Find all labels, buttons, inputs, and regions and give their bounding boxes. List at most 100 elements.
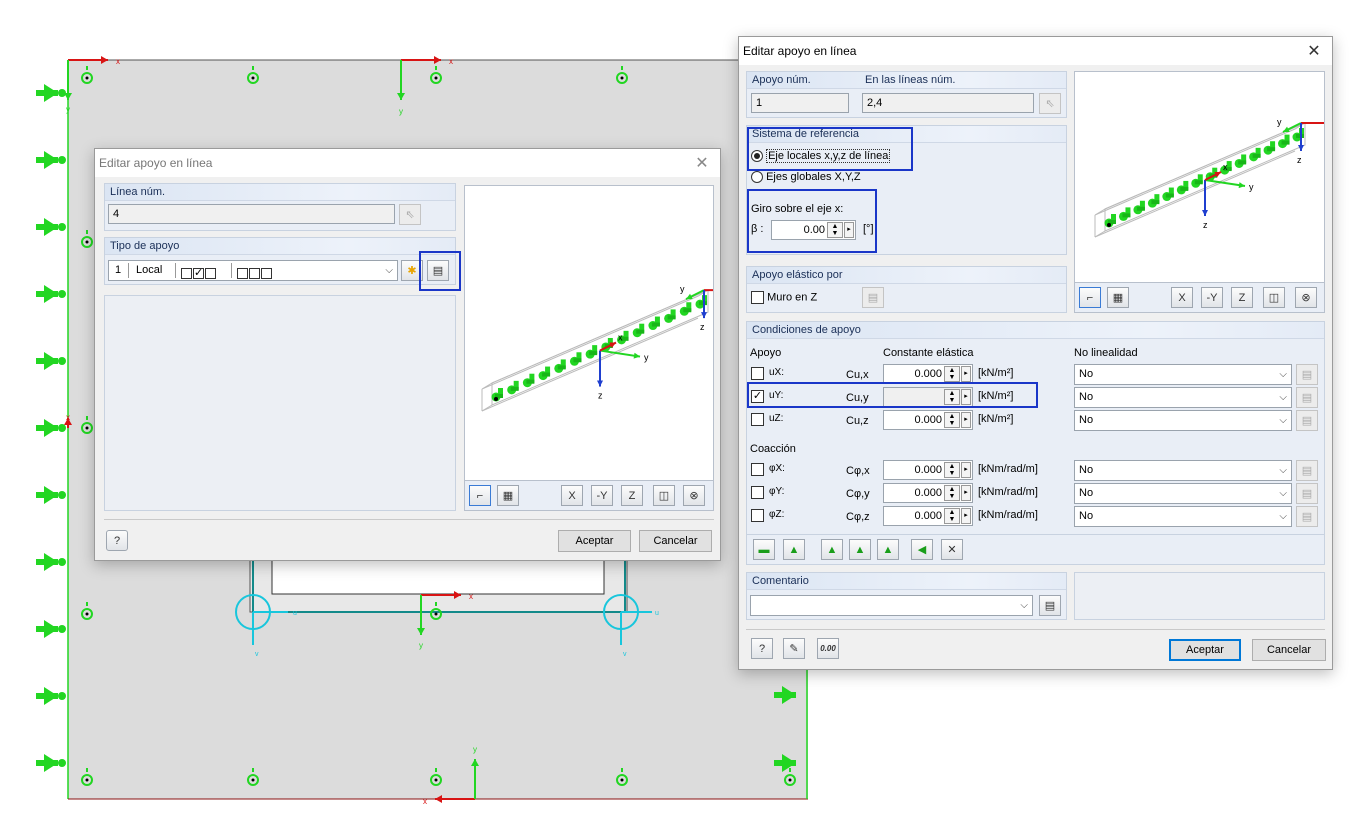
col-support: Apoyo bbox=[750, 347, 782, 359]
phiz-edit-icon[interactable]: ▤ bbox=[1296, 506, 1318, 527]
phiy-checkbox[interactable] bbox=[751, 486, 764, 499]
spin-updown-icon[interactable]: ▲ ▼ bbox=[944, 485, 960, 501]
axes-icon[interactable]: ⌐ bbox=[469, 485, 491, 506]
uy-nonlinearity[interactable]: No ⌵ bbox=[1074, 387, 1292, 408]
view-x-icon[interactable]: X bbox=[561, 485, 583, 506]
phix-unit: [kNm/rad/m] bbox=[978, 463, 1038, 475]
spin-arrow-icon[interactable]: ▸ bbox=[961, 485, 971, 501]
render-icon[interactable]: ▦ bbox=[497, 485, 519, 506]
axis-label: x bbox=[469, 592, 473, 601]
ux-edit-icon[interactable]: ▤ bbox=[1296, 364, 1318, 385]
chevron-down-icon[interactable]: ⌵ bbox=[385, 261, 393, 280]
ux-nonlinearity[interactable]: No ⌵ bbox=[1074, 364, 1292, 385]
view-y-icon[interactable]: -Y bbox=[591, 485, 613, 506]
reset-view-icon[interactable]: ⊗ bbox=[683, 485, 705, 506]
comment-library-icon[interactable]: ▤ bbox=[1039, 595, 1061, 616]
axis-label: y bbox=[66, 105, 70, 114]
line-no-field[interactable]: 4 bbox=[108, 204, 395, 224]
phix-spinner[interactable]: 0.000 ▲ ▼ ▸ bbox=[883, 460, 973, 480]
ok-button[interactable]: Aceptar bbox=[558, 530, 631, 552]
spin-updown-icon[interactable]: ▲ ▼ bbox=[944, 412, 960, 428]
preset-fixed-icon[interactable]: ▲ bbox=[783, 539, 805, 560]
uz-edit-icon[interactable]: ▤ bbox=[1296, 410, 1318, 431]
uz-constant: Cu,z bbox=[846, 415, 869, 427]
wall-checkbox[interactable]: Muro en Z bbox=[751, 291, 817, 304]
spin-updown-icon[interactable]: ▲ ▼ bbox=[944, 462, 960, 478]
view-y-icon[interactable]: -Y bbox=[1201, 287, 1223, 308]
reset-view-icon[interactable]: ⊗ bbox=[1295, 287, 1317, 308]
chevron-down-icon[interactable]: ⌵ bbox=[1279, 484, 1287, 503]
ok-button[interactable]: Aceptar bbox=[1169, 639, 1241, 661]
iso-view-icon[interactable]: ◫ bbox=[1263, 287, 1285, 308]
axes-icon[interactable]: ⌐ bbox=[1079, 287, 1101, 308]
view-x-icon[interactable]: X bbox=[1171, 287, 1193, 308]
support-no-field[interactable]: 1 bbox=[751, 93, 849, 113]
phiz-nonlinearity[interactable]: No ⌵ bbox=[1074, 506, 1292, 527]
support-type-combo[interactable]: 1 Local ✓ ⌵ bbox=[108, 260, 398, 281]
chevron-down-icon[interactable]: ⌵ bbox=[1279, 461, 1287, 480]
uz-value: 0.000 bbox=[914, 414, 942, 426]
support-arrow-icon bbox=[36, 352, 66, 370]
spin-arrow-icon[interactable]: ▸ bbox=[961, 462, 971, 478]
support-dof-checks: ✓ bbox=[181, 264, 216, 283]
axis-label: z bbox=[1297, 155, 1302, 165]
phix-checkbox[interactable] bbox=[751, 463, 764, 476]
support-symbol-icon bbox=[1278, 134, 1290, 149]
spin-arrow-icon[interactable]: ▸ bbox=[961, 366, 971, 382]
chevron-down-icon[interactable]: ⌵ bbox=[1279, 388, 1287, 407]
units-icon[interactable]: 0.00 bbox=[817, 638, 839, 659]
phix-nonlinearity[interactable]: No ⌵ bbox=[1074, 460, 1292, 481]
preset-hinged-icon[interactable]: ▬ bbox=[753, 539, 775, 560]
chevron-down-icon[interactable]: ⌵ bbox=[1279, 507, 1287, 526]
chevron-down-icon[interactable]: ⌵ bbox=[1279, 365, 1287, 384]
opening-inner bbox=[271, 559, 605, 595]
uz-checkbox[interactable] bbox=[751, 413, 764, 426]
phix-edit-icon[interactable]: ▤ bbox=[1296, 460, 1318, 481]
pick-lines-icon[interactable]: ⇖ bbox=[1039, 93, 1061, 114]
preset-roller-x-icon[interactable]: ▲ bbox=[849, 539, 871, 560]
support-rot-checks bbox=[237, 264, 272, 283]
spin-arrow-icon[interactable]: ▸ bbox=[961, 508, 971, 524]
phiy-spinner[interactable]: 0.000 ▲ ▼ ▸ bbox=[883, 483, 973, 503]
support-symbol-icon bbox=[632, 323, 645, 338]
phiz-spinner[interactable]: 0.000 ▲ ▼ ▸ bbox=[883, 506, 973, 526]
iso-view-icon[interactable]: ◫ bbox=[653, 485, 675, 506]
preset-roller-y-icon[interactable]: ▲ bbox=[877, 539, 899, 560]
elastic-panel: Apoyo elástico por Muro en Z ▤ bbox=[746, 266, 1067, 313]
cancel-button[interactable]: Cancelar bbox=[639, 530, 712, 552]
uy-edit-icon[interactable]: ▤ bbox=[1296, 387, 1318, 408]
support-symbol-icon bbox=[522, 373, 535, 388]
view-z-icon[interactable]: Z bbox=[1231, 287, 1253, 308]
dialog-title: Editar apoyo en línea bbox=[95, 149, 720, 177]
on-lines-field[interactable]: 2,4 bbox=[862, 93, 1034, 113]
spin-updown-icon[interactable]: ▲ ▼ bbox=[944, 366, 960, 382]
edit-note-icon[interactable]: ✎ bbox=[783, 638, 805, 659]
preset-wall-icon[interactable]: ◀ bbox=[911, 539, 933, 560]
phiy-edit-icon[interactable]: ▤ bbox=[1296, 483, 1318, 504]
phiy-nonlinearity[interactable]: No ⌵ bbox=[1074, 483, 1292, 504]
spin-arrow-icon[interactable]: ▸ bbox=[961, 412, 971, 428]
spin-updown-icon[interactable]: ▲ ▼ bbox=[944, 508, 960, 524]
close-icon[interactable]: ✕ bbox=[692, 153, 712, 173]
ux-spinner[interactable]: 0.000 ▲ ▼ ▸ bbox=[883, 364, 973, 384]
help-icon[interactable]: ? bbox=[751, 638, 773, 659]
wall-edit-icon[interactable]: ▤ bbox=[862, 287, 884, 308]
comment-combo[interactable]: ⌵ bbox=[750, 595, 1033, 616]
render-icon[interactable]: ▦ bbox=[1107, 287, 1129, 308]
pick-line-icon[interactable]: ⇖ bbox=[399, 204, 421, 225]
phiz-checkbox[interactable] bbox=[751, 509, 764, 522]
cancel-button[interactable]: Cancelar bbox=[1252, 639, 1326, 661]
ref-global-radio[interactable]: Ejes globales X,Y,Z bbox=[751, 171, 861, 184]
help-icon[interactable]: ? bbox=[106, 530, 128, 551]
preset-free-icon[interactable]: ✕ bbox=[941, 539, 963, 560]
preset-roller-icon[interactable]: ▲ bbox=[821, 539, 843, 560]
uz-spinner[interactable]: 0.000 ▲ ▼ ▸ bbox=[883, 410, 973, 430]
ux-checkbox[interactable] bbox=[751, 367, 764, 380]
support-type-panel: Tipo de apoyo 1 Local ✓ ⌵ ✱ ▤ bbox=[104, 237, 456, 285]
chevron-down-icon[interactable]: ⌵ bbox=[1020, 596, 1028, 615]
view-z-icon[interactable]: Z bbox=[621, 485, 643, 506]
chevron-down-icon[interactable]: ⌵ bbox=[1279, 411, 1287, 430]
uz-label: uZ: bbox=[769, 413, 784, 424]
uz-nonlinearity[interactable]: No ⌵ bbox=[1074, 410, 1292, 431]
close-icon[interactable]: ✕ bbox=[1304, 41, 1324, 61]
